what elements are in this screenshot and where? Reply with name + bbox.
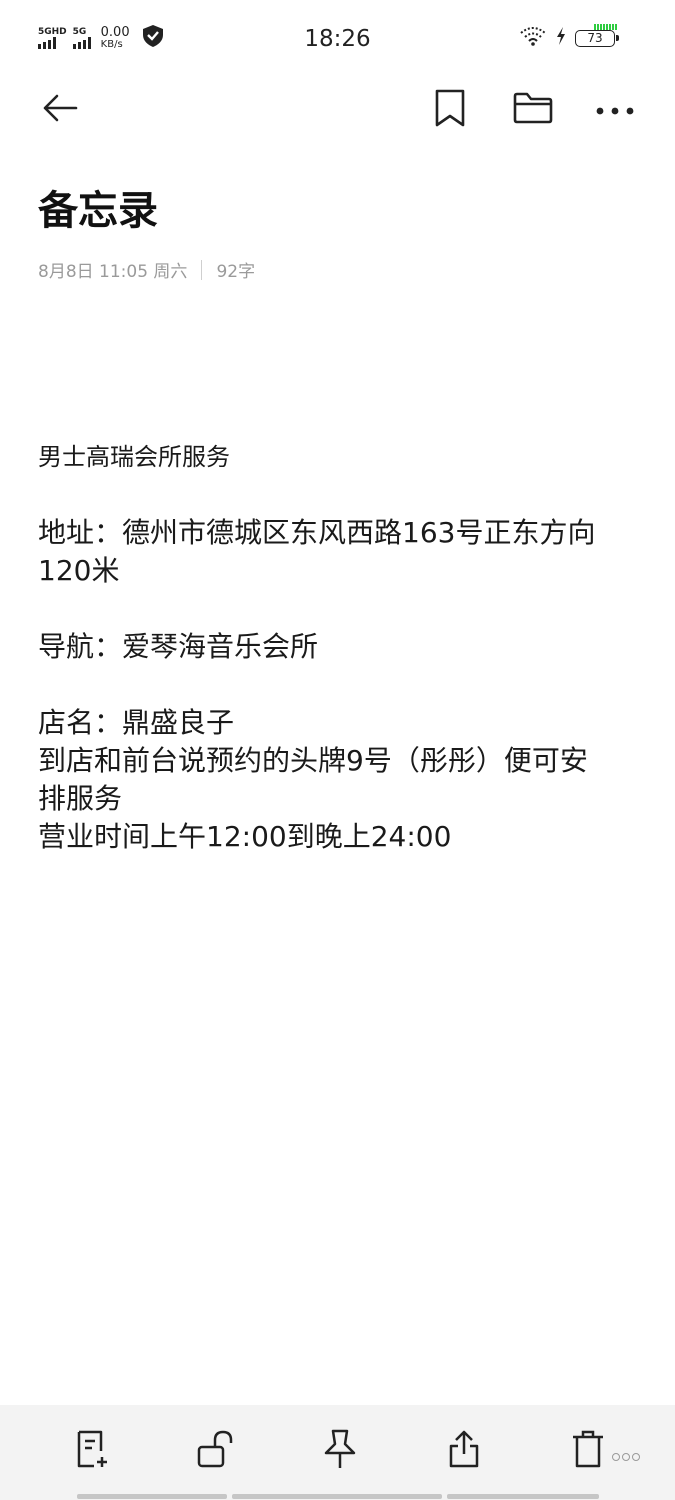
- status-bar: 5GHD 5G 0.00 KB/s 18:26 73: [0, 0, 675, 78]
- note-body[interactable]: 男士高瑞会所服务 地址：德州市德城区东风西路163号正东方向 120米 导航：爱…: [38, 438, 643, 856]
- note-line: 地址：德州市德城区东风西路163号正东方向: [38, 516, 596, 549]
- wifi-icon: [519, 26, 547, 50]
- lock-button[interactable]: [192, 1427, 240, 1475]
- unlock-icon: [196, 1429, 236, 1473]
- note-date: 8月8日 11:05 周六: [38, 262, 188, 282]
- more-dots-icon[interactable]: [612, 1453, 640, 1461]
- note-char-count: 92字: [216, 262, 256, 282]
- note-line: 男士高瑞会所服务: [38, 443, 230, 471]
- bookmark-button[interactable]: [428, 88, 472, 132]
- bookmark-icon: [433, 88, 467, 132]
- more-icon: [595, 101, 635, 120]
- note-blank-line: [38, 590, 643, 628]
- nav-indicator-segment: [447, 1494, 599, 1499]
- folder-icon: [512, 91, 554, 129]
- note-toolbar: [0, 80, 675, 140]
- add-note-button[interactable]: [68, 1427, 116, 1475]
- meta-divider: [201, 259, 203, 280]
- back-button[interactable]: [38, 88, 82, 132]
- share-icon: [447, 1428, 481, 1474]
- arrow-left-icon: [42, 93, 78, 127]
- trash-icon: [570, 1428, 606, 1474]
- note-meta: 8月8日 11:05 周六 92字: [38, 257, 255, 282]
- note-blank-line: [38, 666, 643, 704]
- note-title[interactable]: 备忘录: [38, 178, 158, 236]
- note-blank-line: [38, 476, 643, 514]
- pin-button[interactable]: [316, 1427, 364, 1475]
- charging-bolt-icon: [555, 26, 567, 50]
- add-note-icon: [74, 1429, 110, 1473]
- folder-button[interactable]: [511, 88, 555, 132]
- note-line: 排服务: [38, 782, 123, 815]
- bottom-action-bar: [0, 1405, 675, 1500]
- nav-indicator-segment: [77, 1494, 227, 1499]
- note-line: 导航：爱琴海音乐会所: [38, 630, 319, 663]
- note-line: 店名：鼎盛良子: [38, 706, 235, 739]
- more-button[interactable]: [593, 88, 637, 132]
- note-line: 120米: [38, 554, 120, 587]
- note-line: 营业时间上午12:00到晚上24:00: [38, 820, 452, 853]
- charging-indicator: [594, 24, 617, 30]
- delete-button[interactable]: [564, 1427, 612, 1475]
- battery-icon: 73: [575, 29, 619, 47]
- share-button[interactable]: [440, 1427, 488, 1475]
- nav-indicator-segment: [232, 1494, 442, 1499]
- battery-level: 73: [587, 30, 603, 45]
- pin-icon: [323, 1428, 357, 1474]
- note-line: 到店和前台说预约的头牌9号（彤彤）便可安: [38, 744, 588, 777]
